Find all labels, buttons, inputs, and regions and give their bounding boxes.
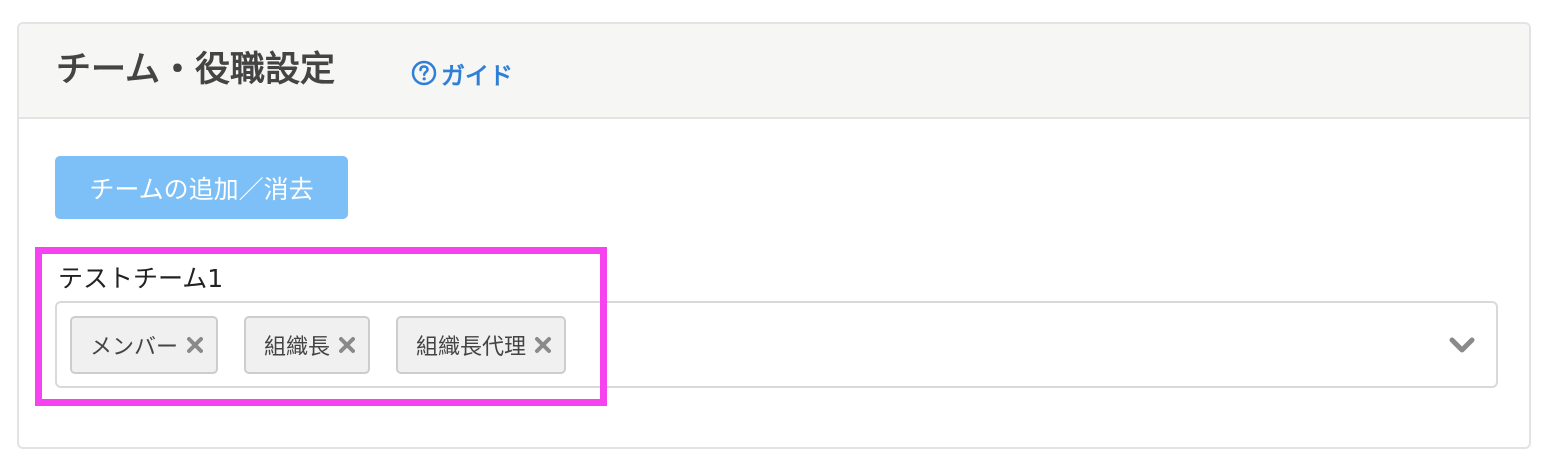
role-tag-org-head-deputy: 組織長代理 — [396, 316, 567, 374]
role-tag-label: 組織長代理 — [416, 335, 527, 360]
add-remove-team-button[interactable]: チームの追加／消去 — [55, 156, 348, 219]
guide-link[interactable]: ガイド — [411, 56, 513, 90]
chevron-down-icon[interactable] — [1448, 335, 1476, 355]
close-icon[interactable] — [338, 336, 356, 354]
panel-header: チーム・役職設定 ガイド — [19, 24, 1529, 119]
question-circle-icon — [411, 60, 437, 86]
role-tag-label: 組織長 — [264, 335, 331, 360]
close-icon[interactable] — [186, 336, 204, 354]
close-icon[interactable] — [534, 336, 552, 354]
page-title: チーム・役職設定 — [56, 50, 335, 90]
guide-label: ガイド — [441, 61, 513, 90]
team-name-label: テストチーム1 — [58, 264, 224, 293]
role-multiselect[interactable]: メンバー 組織長 組織長代理 — [55, 301, 1498, 388]
role-tag-member: メンバー — [70, 316, 219, 374]
role-tag-org-head: 組織長 — [244, 316, 371, 374]
team-role-settings-panel: チーム・役職設定 ガイド チームの追加／消去 テストチーム1 メンバー 組織長 … — [17, 22, 1531, 449]
role-tag-label: メンバー — [90, 335, 179, 360]
